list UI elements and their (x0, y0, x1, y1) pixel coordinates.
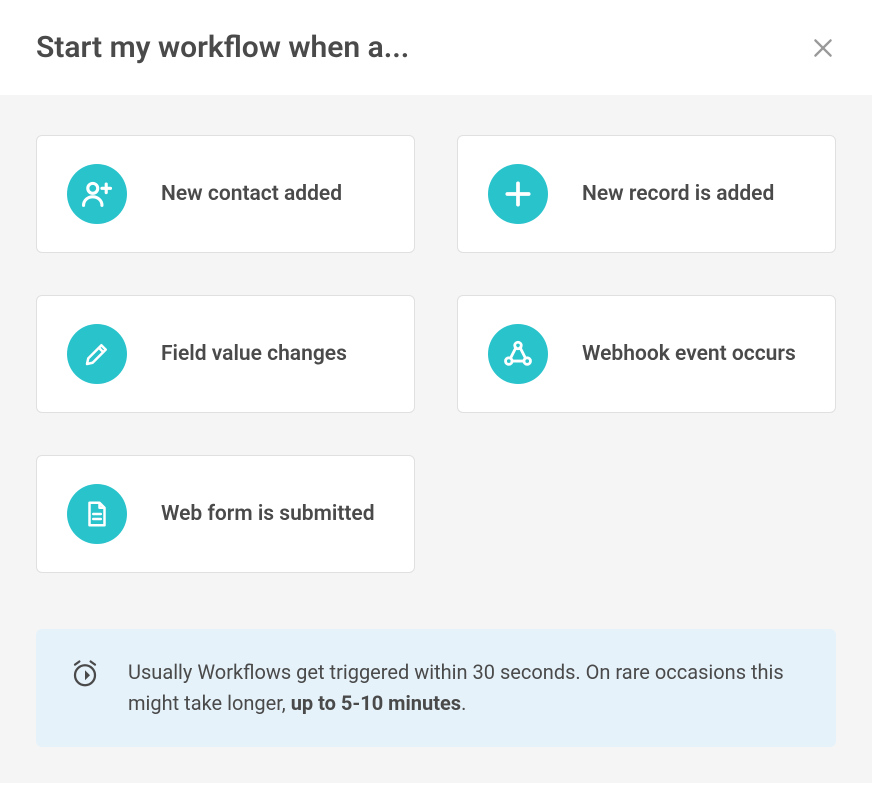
trigger-web-form-submitted[interactable]: Web form is submitted (36, 455, 415, 573)
trigger-field-value-changes[interactable]: Field value changes (36, 295, 415, 413)
trigger-new-contact-added[interactable]: New contact added (36, 135, 415, 253)
trigger-label: Webhook event occurs (582, 340, 796, 368)
trigger-label: New record is added (582, 180, 774, 208)
trigger-label: Web form is submitted (161, 500, 375, 528)
trigger-grid: New contact added New record is added Fi… (36, 135, 836, 573)
webhook-icon (488, 324, 548, 384)
info-text: Usually Workflows get triggered within 3… (128, 657, 802, 719)
person-add-icon (67, 164, 127, 224)
trigger-label: New contact added (161, 180, 342, 208)
info-banner: Usually Workflows get triggered within 3… (36, 629, 836, 747)
trigger-label: Field value changes (161, 340, 347, 368)
info-text-bold: up to 5-10 minutes (291, 691, 461, 715)
close-icon (810, 35, 836, 61)
plus-icon (488, 164, 548, 224)
trigger-webhook-event-occurs[interactable]: Webhook event occurs (457, 295, 836, 413)
modal-header: Start my workflow when a... (0, 0, 872, 95)
clock-alert-icon (70, 659, 100, 693)
document-icon (67, 484, 127, 544)
info-text-suffix: . (461, 691, 466, 715)
trigger-new-record-added[interactable]: New record is added (457, 135, 836, 253)
close-button[interactable] (810, 35, 836, 61)
modal-content: New contact added New record is added Fi… (0, 95, 872, 783)
modal-title: Start my workflow when a... (36, 30, 409, 65)
pencil-icon (67, 324, 127, 384)
